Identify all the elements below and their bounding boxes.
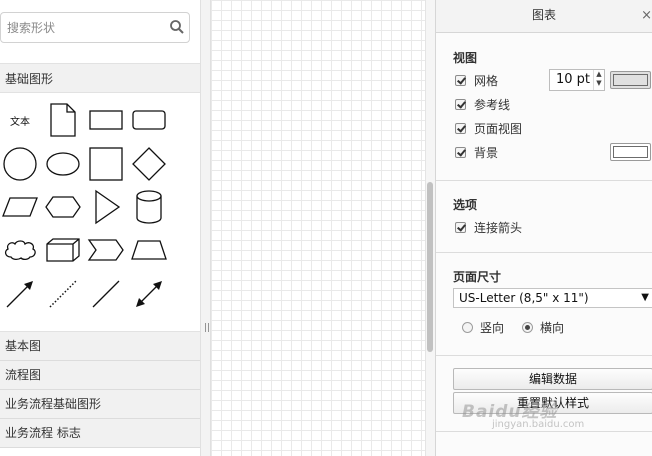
grid-size-value: 10 pt: [556, 72, 591, 87]
background-color-swatch[interactable]: [610, 143, 651, 161]
page-size-select[interactable]: US-Letter (8,5" x 11") ▼: [453, 288, 652, 308]
format-panel: 图表 × 视图 网格 10 pt ▲ ▼ 参考线 页面视图 背景 选项 连接箭头…: [435, 0, 652, 456]
canvas-scrollbar[interactable]: [425, 0, 435, 456]
shape-ellipse[interactable]: [43, 144, 83, 184]
background-row: 背景: [436, 140, 652, 164]
shape-cylinder[interactable]: [129, 187, 169, 227]
splitter-grip-icon[interactable]: ||: [204, 324, 210, 333]
section-basic-shapes[interactable]: 基础图形: [0, 63, 200, 93]
guides-row: 参考线: [436, 92, 652, 116]
grid-row: 网格 10 pt ▲ ▼: [436, 68, 652, 92]
shape-rounded-rectangle[interactable]: [129, 100, 169, 140]
library-list: 基本图 流程图 业务流程基础图形 业务流程 标志: [0, 331, 200, 448]
shape-hexagon[interactable]: [43, 187, 83, 227]
panel-title: 图表: [531, 8, 556, 22]
search-box[interactable]: [0, 12, 190, 43]
actions-section: 编辑数据 重置默认样式: [436, 356, 652, 432]
library-bpmn-markers[interactable]: 业务流程 标志: [0, 419, 200, 448]
view-section: 视图 网格 10 pt ▲ ▼ 参考线 页面视图 背景: [436, 33, 652, 181]
grid-size-stepper-icon[interactable]: ▲ ▼: [593, 70, 604, 90]
page-view-row: 页面视图: [436, 116, 652, 140]
grid-checkbox[interactable]: [455, 74, 466, 86]
shape-cube[interactable]: [43, 230, 83, 270]
shape-line[interactable]: [86, 274, 126, 314]
diagram-canvas[interactable]: [211, 0, 425, 456]
search-input[interactable]: [1, 13, 161, 42]
page-size-title: 页面尺寸: [453, 270, 502, 284]
shape-sidebar: 基础图形 文本: [0, 0, 200, 456]
library-flowchart[interactable]: 流程图: [0, 361, 200, 390]
grid-size-input[interactable]: 10 pt ▲ ▼: [549, 69, 605, 91]
landscape-radio[interactable]: [522, 321, 534, 333]
page-size-section: 页面尺寸 US-Letter (8,5" x 11") ▼ 竖向 横向: [436, 253, 652, 356]
background-checkbox[interactable]: [455, 146, 466, 158]
grid-label: 网格: [474, 73, 499, 88]
grid-color-swatch[interactable]: [610, 71, 651, 89]
guides-checkbox[interactable]: [455, 98, 466, 110]
shape-diamond[interactable]: [129, 144, 169, 184]
shape-trapezoid[interactable]: [129, 230, 169, 270]
edit-data-button[interactable]: 编辑数据: [453, 368, 652, 390]
panel-header: 图表 ×: [436, 0, 652, 33]
page-size-value: US-Letter (8,5" x 11"): [459, 291, 589, 305]
shape-triangle[interactable]: [86, 187, 126, 227]
library-basic[interactable]: 基本图: [0, 332, 200, 361]
shape-arrow-line[interactable]: [0, 274, 40, 314]
portrait-label: 竖向: [480, 320, 505, 335]
shape-text[interactable]: 文本: [0, 100, 40, 140]
page-view-label: 页面视图: [474, 121, 523, 136]
shape-palette: 文本: [0, 93, 200, 331]
shape-dotted-line[interactable]: [43, 274, 83, 314]
shape-parallelogram[interactable]: [0, 187, 40, 227]
page-view-checkbox[interactable]: [455, 122, 466, 134]
orientation-row: 竖向 横向: [436, 315, 652, 339]
reset-style-button[interactable]: 重置默认样式: [453, 392, 652, 414]
connection-arrows-checkbox[interactable]: [455, 221, 466, 233]
options-title: 选项: [453, 198, 478, 212]
shape-bidirectional-arrow[interactable]: [129, 274, 169, 314]
sidebar-splitter[interactable]: ||: [200, 0, 211, 456]
search-icon[interactable]: [169, 19, 185, 35]
connection-arrows-label: 连接箭头: [474, 220, 523, 235]
landscape-label: 横向: [540, 320, 565, 335]
background-label: 背景: [474, 145, 499, 160]
chevron-down-icon: ▼: [641, 292, 649, 303]
guides-label: 参考线: [474, 97, 511, 112]
portrait-radio[interactable]: [462, 321, 473, 333]
shape-cloud[interactable]: [0, 230, 40, 270]
shape-step[interactable]: [86, 230, 126, 270]
shape-circle[interactable]: [0, 144, 40, 184]
close-icon[interactable]: ×: [641, 0, 652, 31]
options-section: 选项 连接箭头: [436, 181, 652, 253]
library-bpmn-basic[interactable]: 业务流程基础图形: [0, 390, 200, 419]
shape-square[interactable]: [86, 144, 126, 184]
search-area: [0, 0, 200, 56]
shape-rectangle[interactable]: [86, 100, 126, 140]
connection-arrows-row: 连接箭头: [436, 215, 652, 239]
scrollbar-thumb[interactable]: [427, 182, 433, 352]
shape-note[interactable]: [43, 100, 83, 140]
view-title: 视图: [453, 51, 478, 65]
shape-text-label: 文本: [10, 116, 30, 128]
